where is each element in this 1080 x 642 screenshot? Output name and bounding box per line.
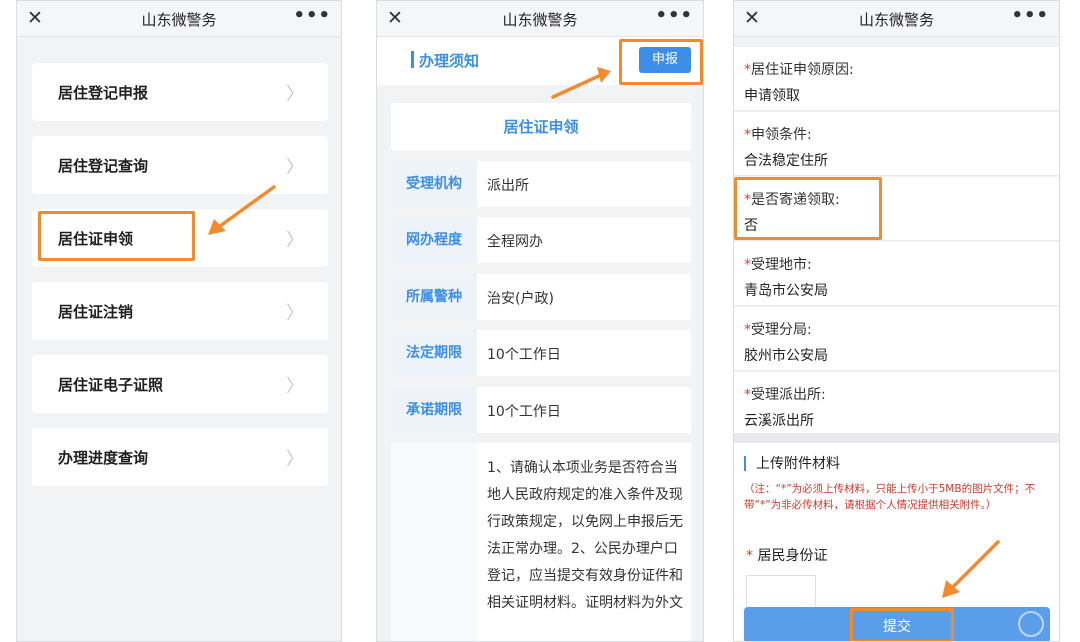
chevron-right-icon: 〉 <box>286 230 304 251</box>
section-marker <box>411 51 414 68</box>
section-divider <box>734 433 1059 443</box>
info-key: 承诺期限 <box>391 387 477 433</box>
field-value: 申请领取 <box>744 88 800 104</box>
form-field-mail-delivery[interactable]: *是否寄递领取: 否 <box>734 177 1059 241</box>
upload-note: （注：“*”为必须上传材料，只能上传小于5MB的图片文件；不带“*”为非必传材料… <box>744 483 1036 511</box>
id-card-label: 居民身份证 <box>757 548 828 564</box>
section-marker <box>744 456 746 471</box>
phone-screen-notice: ✕ 山东微警务 ••• 办理须知 申报 居住证申领 受理机构 派出所 网办程度 … <box>376 0 704 642</box>
submit-label: 提交 <box>883 619 911 635</box>
more-options-icon[interactable]: ••• <box>1011 5 1049 26</box>
required-mark: * <box>744 322 751 338</box>
submit-button[interactable]: 提交 <box>744 607 1050 641</box>
chevron-right-icon: 〉 <box>286 157 304 178</box>
app-title: 山东微警务 <box>858 11 934 29</box>
notice-header: 办理须知 申报 <box>377 37 703 85</box>
required-mark: * <box>744 62 751 78</box>
phone-screen-form: ✕ 山东微警务 ••• *居住证申领原因: 申请领取 *申领条件: 合法稳定住所… <box>733 0 1060 642</box>
info-key: 网办程度 <box>391 217 477 263</box>
field-label: 受理派出所: <box>751 387 826 403</box>
info-key: 所属警种 <box>391 274 477 320</box>
info-value: 10个工作日 <box>487 404 561 420</box>
form-field-city[interactable]: *受理地市: 青岛市公安局 <box>734 242 1059 306</box>
upload-title: 上传附件材料 <box>756 456 840 472</box>
form-field-station[interactable]: *受理派出所: 云溪派出所 <box>734 372 1059 436</box>
field-label: 受理地市: <box>751 257 812 273</box>
form-field-branch[interactable]: *受理分局: 胶州市公安局 <box>734 307 1059 371</box>
title-bar: ✕ 山东微警务 ••• <box>377 1 703 37</box>
form-field-condition[interactable]: *申领条件: 合法稳定住所 <box>734 112 1059 176</box>
check-circle-icon <box>1018 611 1044 637</box>
menu-item-residence-registration[interactable]: 居住登记申报 〉 <box>32 63 328 121</box>
info-row: 承诺期限 10个工作日 <box>391 387 691 433</box>
info-row: 受理机构 派出所 <box>391 161 691 207</box>
menu-item-electronic-permit[interactable]: 居住证电子证照 〉 <box>32 355 328 413</box>
required-mark: * <box>744 192 751 208</box>
field-label: 是否寄递领取: <box>751 192 840 208</box>
info-row: 网办程度 全程网办 <box>391 217 691 263</box>
form-field-reason[interactable]: *居住证申领原因: 申请领取 <box>734 47 1059 111</box>
field-label: 申领条件: <box>751 127 812 143</box>
notes-block: 1、请确认本项业务是否符合当地人民政府规定的准入条件及现行政策规定，以免网上申报… <box>391 443 691 641</box>
info-value: 治安(户政) <box>487 291 554 307</box>
chevron-right-icon: 〉 <box>286 449 304 470</box>
report-button[interactable]: 申报 <box>639 47 691 73</box>
required-mark: * <box>744 387 751 403</box>
menu-item-label: 居住证申领 <box>58 230 134 248</box>
field-value: 云溪派出所 <box>744 413 814 429</box>
info-key: 法定期限 <box>391 330 477 376</box>
menu-item-progress-query[interactable]: 办理进度查询 〉 <box>32 428 328 486</box>
field-label: 受理分局: <box>751 322 812 338</box>
title-bar: ✕ 山东微警务 ••• <box>17 1 341 37</box>
info-row: 所属警种 治安(户政) <box>391 274 691 320</box>
field-value: 否 <box>744 218 758 234</box>
field-value: 合法稳定住所 <box>744 153 828 169</box>
app-title: 山东微警务 <box>502 11 578 29</box>
section-title: 办理须知 <box>419 52 480 70</box>
notes-side <box>391 443 477 641</box>
info-key: 受理机构 <box>391 161 477 207</box>
notes-text: 1、请确认本项业务是否符合当地人民政府规定的准入条件及现行政策规定，以免网上申报… <box>487 460 683 611</box>
required-mark: * <box>744 257 751 273</box>
field-value: 胶州市公安局 <box>744 348 828 364</box>
required-mark: * <box>746 548 753 564</box>
chevron-right-icon: 〉 <box>286 303 304 324</box>
menu-item-label: 居住证电子证照 <box>58 376 164 394</box>
chevron-right-icon: 〉 <box>286 376 304 397</box>
menu-item-registration-query[interactable]: 居住登记查询 〉 <box>32 136 328 194</box>
field-label: 居住证申领原因: <box>751 62 854 78</box>
menu-item-label: 办理进度查询 <box>58 449 149 467</box>
menu-item-label: 居住证注销 <box>58 303 134 321</box>
app-title: 山东微警务 <box>141 11 217 29</box>
phone-screen-menu: ✕ 山东微警务 ••• 居住登记申报 〉 居住登记查询 〉 居住证申领 〉 居住… <box>16 0 342 642</box>
info-row: 法定期限 10个工作日 <box>391 330 691 376</box>
title-bar: ✕ 山东微警务 ••• <box>734 1 1059 37</box>
menu-item-label: 居住登记查询 <box>58 157 149 175</box>
chevron-right-icon: 〉 <box>286 84 304 105</box>
service-title: 居住证申领 <box>391 103 691 151</box>
menu-item-label: 居住登记申报 <box>58 84 149 102</box>
screenshot-stage: ✕ 山东微警务 ••• 居住登记申报 〉 居住登记查询 〉 居住证申领 〉 居住… <box>0 0 1080 642</box>
menu-item-permit-cancellation[interactable]: 居住证注销 〉 <box>32 282 328 340</box>
info-value: 10个工作日 <box>487 347 561 363</box>
field-value: 青岛市公安局 <box>744 283 828 299</box>
info-value: 派出所 <box>487 178 529 194</box>
menu-item-permit-application[interactable]: 居住证申领 〉 <box>32 209 328 267</box>
more-options-icon[interactable]: ••• <box>655 5 693 26</box>
info-value: 全程网办 <box>487 234 543 250</box>
required-mark: * <box>744 127 751 143</box>
more-options-icon[interactable]: ••• <box>293 5 331 26</box>
